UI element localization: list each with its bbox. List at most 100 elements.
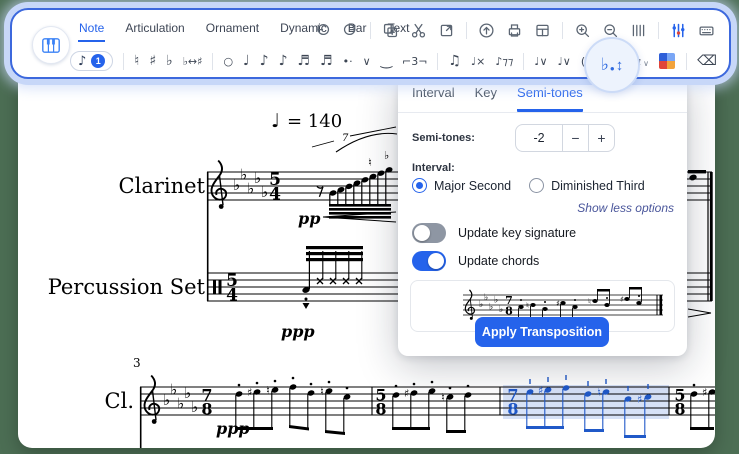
virtual-keyboard-icon[interactable] (698, 22, 715, 39)
grace-note-icon[interactable]: ♪⁊⁊ (495, 56, 513, 67)
redo-icon[interactable] (342, 22, 359, 39)
svg-text:♯: ♯ (620, 295, 624, 304)
separator (437, 53, 438, 70)
measure-3-notes[interactable]: ♯ ♮ ♮ (235, 377, 351, 435)
line-spacing-icon[interactable] (630, 22, 647, 39)
percussion-notes[interactable] (302, 246, 363, 309)
time-signature-percussion[interactable]: 5 4 (226, 271, 238, 306)
measure-6-notes[interactable]: ♯ (690, 384, 715, 430)
decrement-button[interactable]: − (563, 125, 589, 151)
dynamic-ppp-percussion[interactable]: ppp (281, 322, 315, 341)
time-signature-cl-m4[interactable]: 5 8 (375, 386, 386, 419)
copy-icon[interactable] (382, 22, 399, 39)
show-less-options-link[interactable]: Show less options (398, 193, 687, 215)
popup-tab-interval[interactable]: Interval (412, 85, 455, 112)
toggle-update-chords[interactable] (412, 251, 446, 271)
dynamic-ppp-cl[interactable]: ppp (216, 419, 250, 438)
staff-label-cl[interactable]: Cl. (105, 389, 134, 413)
whole-note-icon[interactable]: ○ (223, 56, 233, 67)
natural-icon[interactable]: ♮ (134, 54, 139, 68)
dynamic-pp[interactable]: pp (298, 209, 320, 228)
layout-icon[interactable] (534, 22, 551, 39)
popup-tab-key[interactable]: Key (475, 85, 497, 112)
tab-note[interactable]: Note (78, 17, 105, 42)
note-input-toggle[interactable]: ♪1 (70, 51, 113, 71)
augmentation-dot-icon[interactable]: •· (343, 56, 353, 67)
quarter-note-icon[interactable]: ♪ (260, 54, 269, 68)
svg-text:8: 8 (505, 305, 513, 318)
thirtysecond-note-icon[interactable]: ♬ (320, 54, 333, 68)
toggle-update-key-signature[interactable] (412, 223, 446, 243)
time-signature-clarinet[interactable]: 5 4 (269, 170, 281, 205)
sixteenth-note-icon[interactable]: ♬ (298, 54, 311, 68)
svg-text:♮: ♮ (266, 384, 270, 397)
undo-icon[interactable] (314, 22, 331, 39)
desktop: Clarinet Percussion Set ♩ = 140 ♭ ♭ ♭ ♭ … (0, 0, 739, 454)
tab-ornament[interactable]: Ornament (205, 17, 260, 42)
semitones-input[interactable]: -2 (516, 125, 563, 151)
eighth-rest[interactable] (317, 187, 323, 197)
cut-icon[interactable] (410, 22, 427, 39)
respell-accidental-icon[interactable]: ♭↔♯ (183, 56, 203, 67)
separator (562, 22, 563, 39)
delete-icon[interactable]: ⌫ (697, 54, 717, 68)
treble-clef-icon[interactable] (145, 376, 160, 424)
sharp-icon[interactable]: ♯ (149, 54, 156, 68)
zoom-in-icon[interactable] (574, 22, 591, 39)
tie-icon[interactable]: ‿ (381, 54, 392, 68)
popup-tabs: Interval Key Semi-tones (398, 74, 687, 112)
key-signature-clarinet[interactable]: ♭ ♭ ♭ ♭ ♭ (233, 166, 268, 202)
upload-icon[interactable] (478, 22, 495, 39)
tab-articulation[interactable]: Articulation (124, 17, 185, 42)
piano-keyboard-button[interactable] (32, 26, 70, 64)
increment-button[interactable]: + (589, 125, 614, 151)
apply-transposition-button[interactable]: Apply Transposition (475, 317, 609, 347)
time-signature-cl-m6[interactable]: 5 8 (674, 386, 685, 419)
semitones-label: Semi-tones: (412, 132, 475, 144)
half-note-icon[interactable]: ♩ (243, 54, 250, 68)
note-run[interactable]: ♮ ♭ (329, 149, 393, 219)
svg-text:♭: ♭ (494, 296, 498, 306)
paste-icon[interactable] (438, 22, 455, 39)
interval-option-major-second[interactable]: Major Second (412, 178, 511, 193)
radio-unchecked-icon[interactable] (529, 178, 544, 193)
svg-text:♮: ♮ (526, 301, 529, 310)
toggle-knob (428, 253, 444, 269)
svg-text:♯: ♯ (538, 384, 543, 397)
flip-stem-icon[interactable]: ♩∨ (534, 56, 547, 67)
beam-group-icon[interactable]: ♫ (448, 54, 461, 68)
treble-clef-icon[interactable] (212, 161, 227, 209)
eighth-note-icon[interactable]: ♪ (279, 54, 288, 68)
selection-highlight (503, 385, 669, 419)
staff-label-percussion[interactable]: Percussion Set (48, 275, 206, 299)
tuplet-icon[interactable]: ⌐3¬ (402, 56, 427, 67)
zoom-out-icon[interactable] (602, 22, 619, 39)
transpose-tool-button[interactable]: ♭ ● ↕ (584, 37, 640, 93)
interval-option-diminished-third[interactable]: Diminished Third (529, 178, 645, 193)
flat-icon[interactable]: ♭ (166, 54, 173, 68)
note-icon: ♪ (78, 55, 86, 68)
time-signature-cl-m5[interactable]: 7 8 (507, 386, 518, 419)
radio-checked-icon[interactable] (412, 178, 427, 193)
separator (123, 53, 124, 70)
tempo-marking[interactable]: ♩ = 140 (271, 110, 342, 132)
svg-text:♮: ♮ (588, 297, 591, 306)
popup-tab-semi-tones[interactable]: Semi-tones (517, 85, 583, 112)
marcato-icon[interactable]: ∨ (363, 56, 371, 67)
svg-text:♮: ♮ (320, 385, 324, 398)
time-signature-cl-m3[interactable]: 7 8 (201, 386, 212, 419)
svg-text:♭: ♭ (191, 398, 198, 416)
measure-4-notes[interactable]: ♯ ♮ (392, 381, 472, 433)
color-palette-icon[interactable] (659, 53, 675, 69)
flip-beam-icon[interactable]: ♩∨ (558, 56, 571, 67)
svg-text:8: 8 (375, 400, 386, 419)
mixer-icon[interactable] (670, 22, 687, 39)
svg-text:8: 8 (674, 400, 685, 419)
measure-number: 3 (133, 356, 141, 370)
svg-text:♭: ♭ (484, 293, 488, 303)
up-down-arrow-icon: ↕ (616, 57, 624, 74)
no-beam-icon[interactable]: ♩⨯ (471, 56, 485, 67)
print-icon[interactable] (506, 22, 523, 39)
key-signature-cl[interactable]: ♭ ♭ ♭ ♭ ♭ (163, 381, 198, 417)
staff-label-clarinet[interactable]: Clarinet (119, 174, 206, 198)
